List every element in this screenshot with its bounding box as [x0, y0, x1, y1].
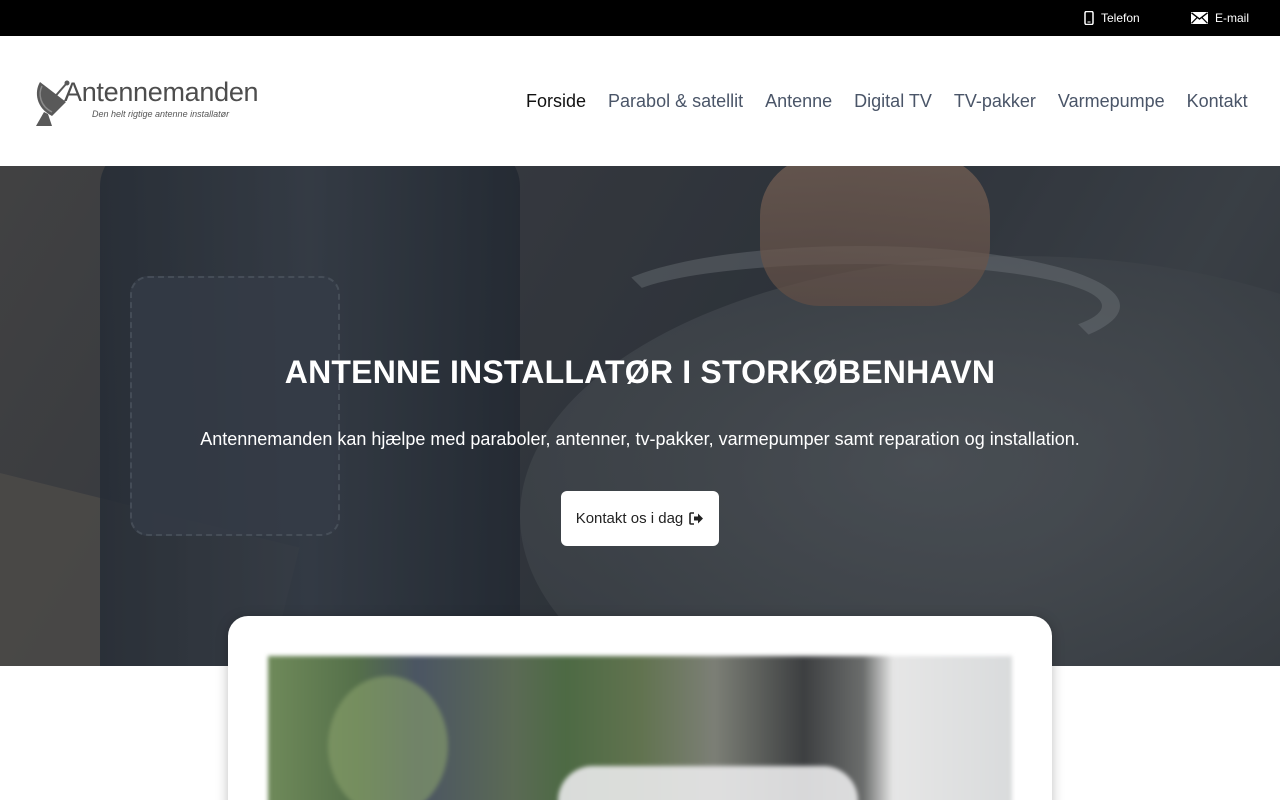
nav-item-tv-pakker[interactable]: TV-pakker [954, 91, 1036, 113]
content-card-photo [268, 656, 1012, 800]
photo-foliage [328, 676, 448, 800]
top-contact-bar: Telefon E-mail [0, 0, 1280, 36]
nav-item-varmepumpe[interactable]: Varmepumpe [1058, 91, 1165, 113]
hero-dark-overlay [0, 166, 1280, 666]
sign-out-icon [689, 512, 704, 525]
hero-title: ANTENNE INSTALLATØR I STORKØBENHAVN [284, 354, 996, 390]
main-navigation: Forside Parabol & satellit Antenne Digit… [526, 91, 1248, 113]
hero-banner: ANTENNE INSTALLATØR I STORKØBENHAVN Ante… [0, 166, 1280, 666]
phone-label: Telefon [1101, 11, 1140, 25]
nav-item-digital-tv[interactable]: Digital TV [854, 91, 932, 113]
email-link[interactable]: E-mail [1191, 0, 1249, 36]
photo-dish-highlight [558, 766, 858, 800]
cta-label: Kontakt os i dag [575, 510, 684, 527]
envelope-icon [1191, 12, 1208, 24]
content-card [228, 616, 1052, 800]
site-header: Antennemanden Den helt rigtige antenne i… [0, 36, 1280, 166]
nav-item-forside[interactable]: Forside [526, 91, 586, 113]
logo-link[interactable]: Antennemanden Den helt rigtige antenne i… [32, 74, 272, 126]
nav-item-antenne[interactable]: Antenne [765, 91, 832, 113]
logo-wordmark: Antennemanden [64, 77, 259, 107]
contact-cta-button[interactable]: Kontakt os i dag [561, 491, 719, 546]
nav-item-parabol-satellit[interactable]: Parabol & satellit [608, 91, 743, 113]
phone-link[interactable]: Telefon [1084, 0, 1140, 36]
mobile-phone-icon [1084, 11, 1094, 25]
email-label: E-mail [1215, 11, 1250, 25]
logo-tagline: Den helt rigtige antenne installatør [92, 109, 230, 119]
nav-item-kontakt[interactable]: Kontakt [1187, 91, 1248, 113]
hero-subtitle: Antennemanden kan hjælpe med paraboler, … [200, 429, 1080, 449]
